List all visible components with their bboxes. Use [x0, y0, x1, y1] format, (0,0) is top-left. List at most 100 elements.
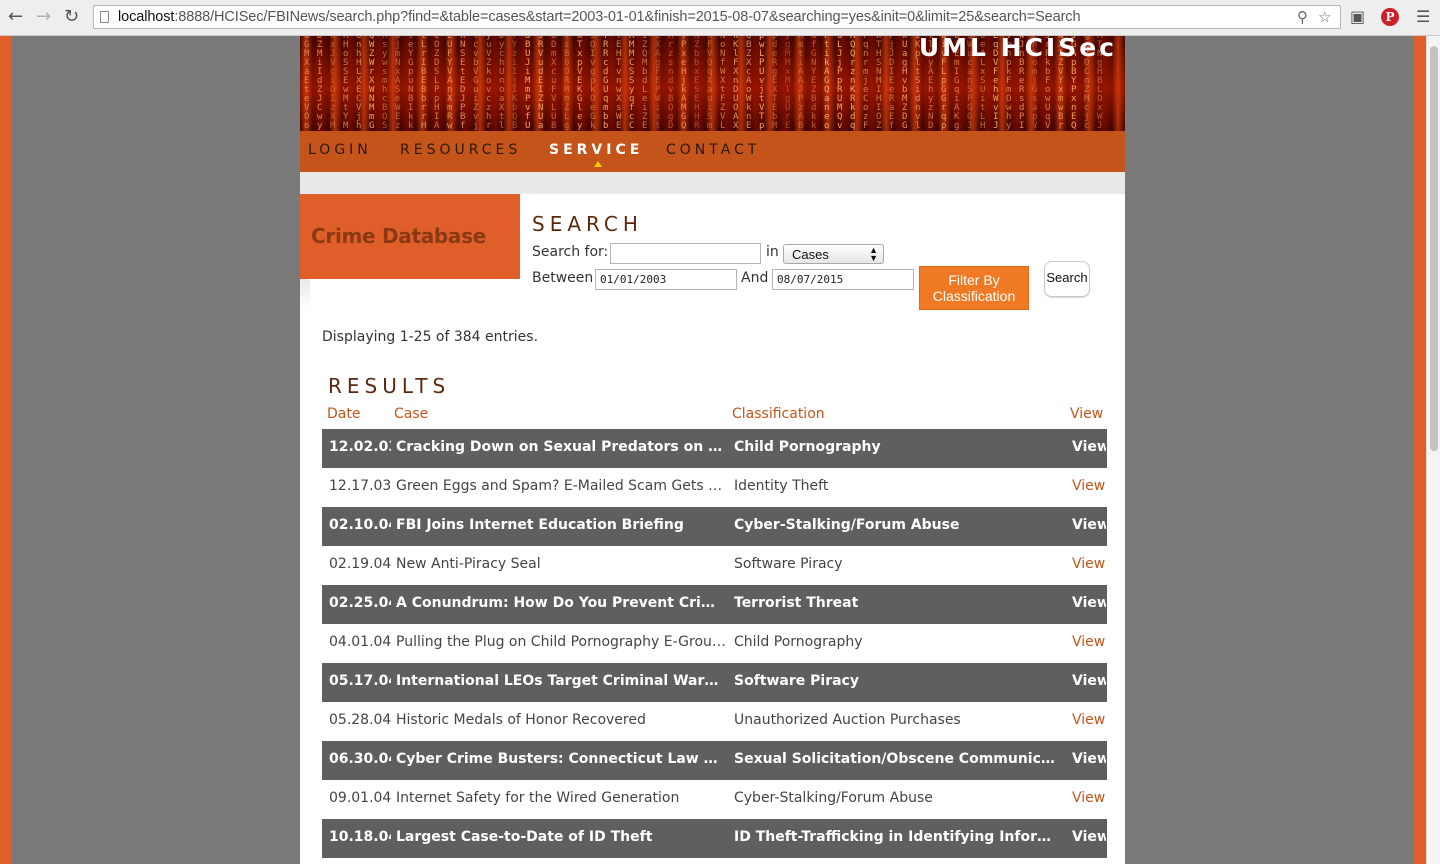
header-banner: dGMXaEteVOo DZMiIdZJCwy XxJVciOIzXM RHoSSEw… — [300, 36, 1125, 131]
matrix-column-decoration: nsywsmhcBQS — [382, 36, 388, 131]
row-view-link[interactable]: View — [1072, 790, 1106, 806]
row-view-link[interactable]: View — [1072, 595, 1106, 611]
table-row: 02.19.04 New Anti-Piracy Seal Software P… — [322, 546, 1107, 585]
between-label: Between — [532, 270, 594, 286]
page-border-left — [0, 36, 12, 864]
matrix-column-decoration: tLrIBEBbrrH — [421, 36, 427, 131]
row-date: 10.18.04 — [329, 829, 391, 845]
row-case: Green Eggs and Spam? E-Mailed Scam Gets … — [396, 478, 726, 494]
table-select-value: Cases — [792, 247, 829, 262]
nav-login[interactable]: LOGIN — [308, 142, 372, 158]
matrix-column-decoration: NZbbxESEHHR — [694, 36, 700, 131]
matrix-column-decoration: TPxeHjkAMGQ — [681, 36, 687, 131]
row-date: 04.01.04 — [329, 634, 391, 650]
matrix-column-decoration: ArzsndvBQgD — [668, 36, 674, 131]
row-case: Historic Medals of Honor Recovered — [396, 712, 646, 728]
row-view-link[interactable]: View — [1072, 439, 1106, 455]
matrix-column-decoration: AmtiAAJPzAB — [798, 36, 804, 131]
matrix-column-decoration: UnhHLXECVjh — [356, 36, 362, 131]
matrix-column-decoration: TcvbVGuiZvj — [473, 36, 479, 131]
url-text[interactable]: localhost:8888/HCISec/FBINews/search.php… — [118, 9, 1081, 25]
url-host: localhost — [118, 9, 175, 25]
row-view-link[interactable]: View — [1072, 634, 1106, 650]
table-row: 09.01.04 Internet Safety for the Wired G… — [322, 780, 1107, 819]
row-case: Largest Case-to-Date of ID Theft — [396, 829, 653, 845]
matrix-column-decoration: ZXAgFEPWixt — [655, 36, 661, 131]
matrix-column-decoration: IZQMbdLeiZE — [642, 36, 648, 131]
row-date: 02.19.04 — [329, 556, 391, 572]
row-view-link[interactable]: View — [1072, 673, 1106, 689]
row-case: Pulling the Plug on Child Pornography E-… — [396, 634, 726, 650]
column-header-classification[interactable]: Classification — [732, 406, 825, 422]
row-view-link[interactable]: View — [1072, 712, 1106, 728]
matrix-column-decoration: dfGNYEZBdkk — [811, 36, 817, 131]
back-arrow-icon[interactable]: ← — [8, 7, 23, 27]
matrix-column-decoration: kKlFXnDUOAX — [733, 36, 739, 131]
nav-service[interactable]: SERVICE — [549, 142, 643, 158]
matrix-column-decoration: aBUJiMmPvfU — [525, 36, 531, 131]
table-row: 12.17.03 Green Eggs and Spam? E-Mailed S… — [322, 468, 1107, 507]
row-classification: Cyber-Stalking/Forum Abuse — [734, 517, 960, 533]
matrix-column-decoration: NoNfWXtFZVL — [720, 36, 726, 131]
row-date: 05.28.04 — [329, 712, 391, 728]
menu-icon[interactable]: ☰ — [1416, 7, 1430, 26]
and-label: And — [741, 270, 769, 286]
star-icon[interactable]: ☆ — [1318, 8, 1331, 26]
row-date: 02.25.04 — [329, 595, 391, 611]
results-table-header: Date Case Classification View — [322, 404, 1107, 428]
scrollbar[interactable] — [1426, 36, 1440, 864]
nav-contact[interactable]: CONTACT — [666, 142, 760, 158]
filter-by-classification-button[interactable]: Filter By Classification — [919, 266, 1029, 310]
column-header-case[interactable]: Case — [394, 406, 428, 422]
end-date-input[interactable] — [772, 269, 914, 290]
table-row: 05.17.04 International LEOs Target Crimi… — [322, 663, 1107, 702]
column-header-view: View — [1070, 406, 1104, 422]
matrix-column-decoration: RFVQqXauiSm — [707, 36, 713, 131]
matrix-column-decoration: uLJjPpRUMQv — [837, 36, 843, 131]
row-case: International LEOs Target Criminal Warez… — [396, 673, 726, 689]
matrix-column-decoration: lsBbORMmZLg — [564, 36, 570, 131]
row-classification: Terrorist Threat — [734, 595, 859, 611]
page-icon — [100, 11, 109, 23]
matrix-column-decoration: QBZXcAoWknE — [746, 36, 752, 131]
search-heading: SEARCH — [532, 212, 643, 236]
zoom-icon[interactable]: ⚲ — [1297, 8, 1308, 26]
matrix-column-decoration: UjmNxASeWEz — [395, 36, 401, 131]
cast-icon[interactable]: ▣ — [1350, 7, 1365, 26]
column-header-date[interactable]: Date — [327, 406, 360, 422]
forward-arrow-icon[interactable]: → — [36, 7, 51, 27]
row-view-link[interactable]: View — [1072, 478, 1106, 494]
crime-database-tab[interactable]: Crime Database — [300, 194, 520, 279]
row-view-link[interactable]: View — [1072, 556, 1106, 572]
search-button[interactable]: Search — [1044, 261, 1090, 297]
row-date: 02.10.04 — [329, 517, 391, 533]
matrix-column-decoration: PtikAGQaneo — [824, 36, 830, 131]
search-input[interactable] — [610, 243, 761, 264]
row-classification: Identity Theft — [734, 478, 829, 494]
nav-resources[interactable]: RESOURCES — [400, 142, 521, 158]
table-select[interactable]: Cases ▲ ▼ — [783, 244, 884, 264]
matrix-column-decoration: pwLPUvjtVTp — [759, 36, 765, 131]
matrix-column-decoration: DychUnoaXtl — [499, 36, 505, 131]
row-classification: Unauthorized Auction Purchases — [734, 712, 961, 728]
sub-nav-bar — [300, 172, 1125, 194]
results-table-body: 12.02.03 Cracking Down on Sexual Predato… — [322, 429, 1107, 858]
address-bar[interactable]: localhost:8888/HCISec/FBINews/search.php… — [93, 5, 1341, 29]
select-arrows-icon: ▲ ▼ — [869, 245, 878, 263]
matrix-column-decoration: SQIvgpkOeGk — [590, 36, 596, 131]
tab-shadow — [300, 279, 310, 309]
row-case: A Conundrum: How Do You Prevent Crimes t… — [396, 595, 726, 611]
row-view-link[interactable]: View — [1072, 751, 1106, 767]
page-container: dGMXaEteVOo DZMiIdZJCwy XxJVciOIzXM RHoSSEw… — [300, 36, 1125, 864]
reload-icon[interactable]: ↻ — [64, 7, 79, 27]
pinterest-icon[interactable]: P — [1381, 8, 1399, 26]
row-date: 12.17.03 — [329, 478, 391, 494]
row-case: Cyber Crime Busters: Connecticut Law Enf… — [396, 751, 726, 767]
row-date: 12.02.03 — [329, 439, 391, 455]
row-date: 06.30.04 — [329, 751, 391, 767]
start-date-input[interactable] — [595, 269, 737, 290]
page-border-right — [1414, 36, 1426, 864]
scrollbar-thumb[interactable] — [1430, 46, 1438, 451]
row-view-link[interactable]: View — [1072, 829, 1106, 845]
row-view-link[interactable]: View — [1072, 517, 1106, 533]
